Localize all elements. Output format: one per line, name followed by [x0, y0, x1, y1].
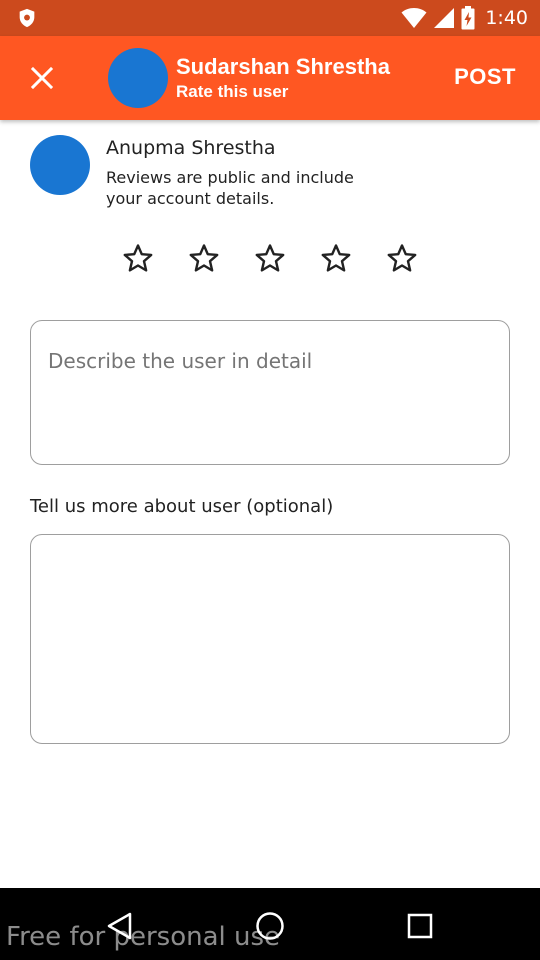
wifi-icon: [401, 8, 427, 28]
rated-user-name: Sudarshan Shrestha: [176, 54, 390, 79]
reviewer-avatar: [30, 135, 90, 195]
star-2-button[interactable]: [186, 238, 222, 278]
more-details-input[interactable]: [31, 535, 509, 743]
post-button[interactable]: POST: [454, 64, 516, 90]
close-icon: [31, 67, 53, 89]
star-outline-icon: [255, 244, 285, 272]
star-rating: [120, 238, 420, 278]
star-outline-icon: [321, 244, 351, 272]
close-button[interactable]: [22, 58, 62, 98]
review-notice: Reviews are public and include your acco…: [106, 168, 354, 208]
recents-button[interactable]: [400, 906, 440, 946]
watermark-text: Free for personal use: [6, 922, 281, 952]
star-outline-icon: [189, 244, 219, 272]
battery-charging-icon: [461, 6, 475, 30]
more-details-label: Tell us more about user (optional): [30, 496, 334, 517]
star-1-button[interactable]: [120, 238, 156, 278]
shield-icon: [19, 8, 35, 28]
status-bar: 1:40: [0, 0, 540, 36]
reviewer-name: Anupma Shrestha: [106, 137, 276, 159]
star-5-button[interactable]: [384, 238, 420, 278]
status-icons: 1:40: [401, 0, 528, 36]
star-4-button[interactable]: [318, 238, 354, 278]
app-bar: Sudarshan Shrestha Rate this user POST: [0, 36, 540, 120]
recents-icon: [407, 913, 433, 939]
rated-user-avatar: [108, 48, 168, 108]
star-3-button[interactable]: [252, 238, 288, 278]
star-outline-icon: [387, 244, 417, 272]
signal-icon: [434, 8, 455, 28]
page-subtitle: Rate this user: [176, 82, 289, 101]
describe-field-container: [30, 320, 510, 465]
star-outline-icon: [123, 244, 153, 272]
status-time: 1:40: [485, 7, 528, 29]
more-details-container: [30, 534, 510, 744]
describe-user-input[interactable]: [31, 321, 509, 464]
